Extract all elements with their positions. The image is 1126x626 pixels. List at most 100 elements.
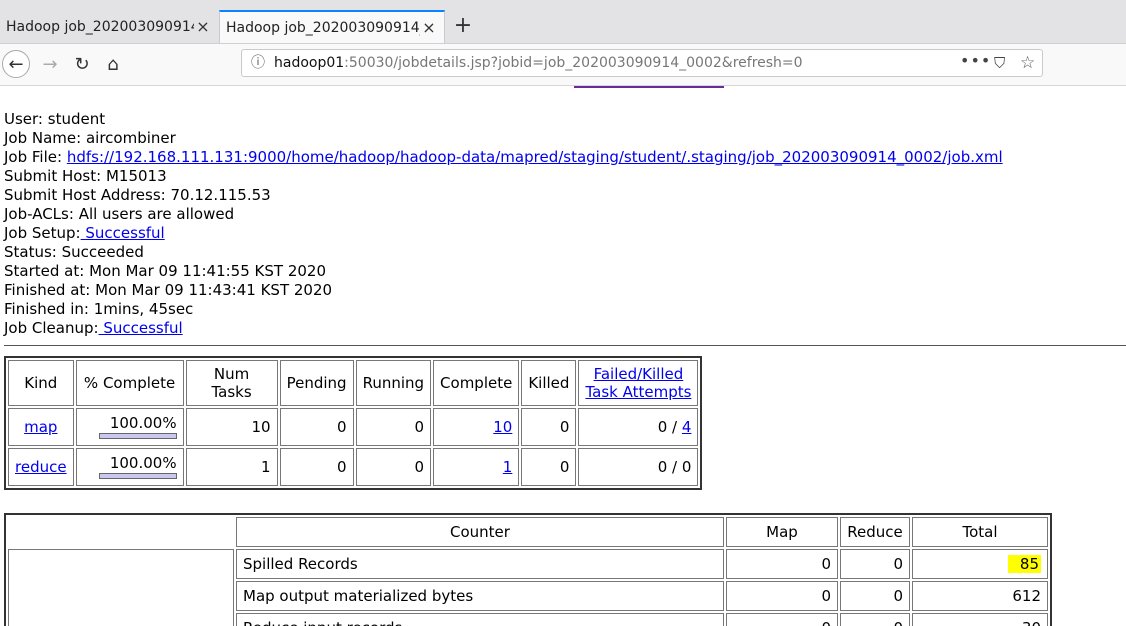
job-cleanup-link[interactable]: Successful xyxy=(99,319,182,337)
task-summary-table: Kind % Complete Num Tasks Pending Runnin… xyxy=(4,356,703,490)
close-tab-icon[interactable]: × xyxy=(420,18,438,37)
failed-header-line1: Failed/Killed xyxy=(593,365,684,383)
reduce-value: 0 xyxy=(840,581,910,611)
duration-label: Finished in: xyxy=(4,300,89,318)
col-killed: Killed xyxy=(521,360,577,406)
col-percent-complete: % Complete xyxy=(75,360,184,406)
job-file-link[interactable]: hdfs://192.168.111.131:9000/home/hadoop/… xyxy=(67,148,1003,166)
job-acls-value: All users are allowed xyxy=(78,205,235,223)
percent-cell: 100.00% xyxy=(75,408,184,446)
job-acls-label: Job-ACLs: xyxy=(4,205,74,223)
percent-cell: 100.00% xyxy=(75,448,184,486)
col-num-tasks: Num Tasks xyxy=(185,360,278,406)
job-setup-label: Job Setup: xyxy=(4,224,81,242)
pending-value: 0 xyxy=(279,408,354,446)
map-value: 0 xyxy=(726,549,838,579)
new-tab-icon[interactable]: + xyxy=(450,12,476,40)
tab-title: Hadoop job_202003090914_0002 on hadoop01 xyxy=(6,18,194,35)
tab-title: Hadoop job_202003090914_0002 on hadoop01 xyxy=(226,19,420,36)
tab-hadoop-job-1[interactable]: Hadoop job_202003090914_0002 on hadoop01… xyxy=(0,10,218,43)
submit-host-value: M15013 xyxy=(105,167,167,185)
job-name-label: Job Name: xyxy=(4,129,82,147)
failed-killed-cell: 0 / 4 xyxy=(578,408,699,446)
map-value: 0 xyxy=(726,581,838,611)
num-tasks-value: 1 xyxy=(185,448,278,486)
table-row: map 100.00% 10 0 0 10 0 0 / 4 xyxy=(8,408,699,446)
table-header-row: Kind % Complete Num Tasks Pending Runnin… xyxy=(8,360,699,406)
submit-address-label: Submit Host Address: xyxy=(4,186,166,204)
site-info-icon[interactable]: ⓘ xyxy=(248,50,268,76)
col-pending: Pending xyxy=(279,360,354,406)
navigation-toolbar: ← → ↻ ⌂ ⓘ hadoop01:50030/jobdetails.jsp?… xyxy=(0,44,1126,86)
duration-value: 1mins, 45sec xyxy=(93,300,194,318)
killed-value: 0 xyxy=(521,408,577,446)
submit-address-value: 70.12.115.53 xyxy=(170,186,271,204)
job-setup-link[interactable]: Successful xyxy=(81,224,164,242)
killed-value: 0 xyxy=(521,448,577,486)
percent-value: 100.00% xyxy=(109,413,177,432)
bookmark-star-icon[interactable]: ☆ xyxy=(1020,50,1035,76)
empty-header xyxy=(8,517,234,547)
table-row: Spilled Records 0 0 85 xyxy=(8,549,1048,626)
kind-map-link[interactable]: map xyxy=(24,418,57,436)
failed-attempts-link[interactable]: 4 xyxy=(682,418,692,436)
page-actions-icon[interactable]: ••• xyxy=(960,48,991,74)
table-header-row: Counter Map Reduce Total xyxy=(8,517,1048,547)
counter-name: Reduce input records xyxy=(236,613,724,626)
back-icon[interactable]: ← xyxy=(2,50,30,78)
job-file-label: Job File: xyxy=(4,148,63,166)
horizontal-rule xyxy=(4,345,1126,346)
percent-value: 100.00% xyxy=(109,453,177,472)
tab-strip: Hadoop job_202003090914_0002 on hadoop01… xyxy=(0,0,1126,44)
status-label: Status: xyxy=(4,243,57,261)
job-name-value: aircombiner xyxy=(85,129,176,147)
submit-host-label: Submit Host: xyxy=(4,167,102,185)
col-complete: Complete xyxy=(433,360,520,406)
tab-hadoop-job-2-active[interactable]: Hadoop job_202003090914_0002 on hadoop01… xyxy=(219,10,445,43)
num-tasks-value: 10 xyxy=(185,408,278,446)
counter-group-cell xyxy=(8,549,234,626)
url-path: :50030/jobdetails.jsp?jobid=job_20200309… xyxy=(344,55,803,71)
col-kind: Kind xyxy=(8,360,74,406)
started-label: Started at: xyxy=(4,262,85,280)
total-value: 30 xyxy=(912,613,1048,626)
finished-label: Finished at: xyxy=(4,281,91,299)
reload-icon[interactable]: ↻ xyxy=(68,50,96,78)
pocket-icon[interactable]: ⛉ xyxy=(994,50,1005,76)
job-cleanup-label: Job Cleanup: xyxy=(4,319,99,337)
kind-reduce-link[interactable]: reduce xyxy=(15,458,67,476)
running-value: 0 xyxy=(355,448,432,486)
col-map: Map xyxy=(726,517,838,547)
page-content: User: student Job Name: aircombiner Job … xyxy=(0,86,1126,626)
failed-killed-header-link[interactable]: Failed/Killed Task Attempts xyxy=(585,365,691,401)
address-bar[interactable]: ⓘ hadoop01:50030/jobdetails.jsp?jobid=jo… xyxy=(241,49,1043,77)
col-total: Total xyxy=(912,517,1048,547)
home-icon[interactable]: ⌂ xyxy=(99,50,127,78)
user-value: student xyxy=(47,110,106,128)
complete-link[interactable]: 10 xyxy=(493,418,512,436)
forward-icon[interactable]: → xyxy=(36,50,64,78)
col-counter: Counter xyxy=(236,517,724,547)
col-failed-killed: Failed/Killed Task Attempts xyxy=(578,360,699,406)
table-row: reduce 100.00% 1 0 0 1 0 0 / 0 xyxy=(8,448,699,486)
started-value: Mon Mar 09 11:41:55 KST 2020 xyxy=(89,262,326,280)
reduce-value: 0 xyxy=(840,549,910,579)
reduce-value: 0 xyxy=(840,613,910,626)
job-info: User: student Job Name: aircombiner Job … xyxy=(4,110,1003,338)
pending-value: 0 xyxy=(279,448,354,486)
divider xyxy=(574,86,724,88)
url-text[interactable]: hadoop01:50030/jobdetails.jsp?jobid=job_… xyxy=(274,50,803,76)
counter-name: Spilled Records xyxy=(236,549,724,579)
failed-header-line2: Task Attempts xyxy=(585,383,692,401)
col-reduce: Reduce xyxy=(840,517,910,547)
status-value: Succeeded xyxy=(61,243,144,261)
finished-value: Mon Mar 09 11:43:41 KST 2020 xyxy=(95,281,333,299)
col-running: Running xyxy=(355,360,432,406)
running-value: 0 xyxy=(355,408,432,446)
complete-link[interactable]: 1 xyxy=(503,458,513,476)
failed-value: 0 / xyxy=(657,418,682,436)
close-tab-icon[interactable]: × xyxy=(194,17,212,36)
total-value-highlighted: 85 xyxy=(1007,555,1041,573)
progress-bar xyxy=(98,472,177,479)
total-value: 612 xyxy=(912,581,1048,611)
